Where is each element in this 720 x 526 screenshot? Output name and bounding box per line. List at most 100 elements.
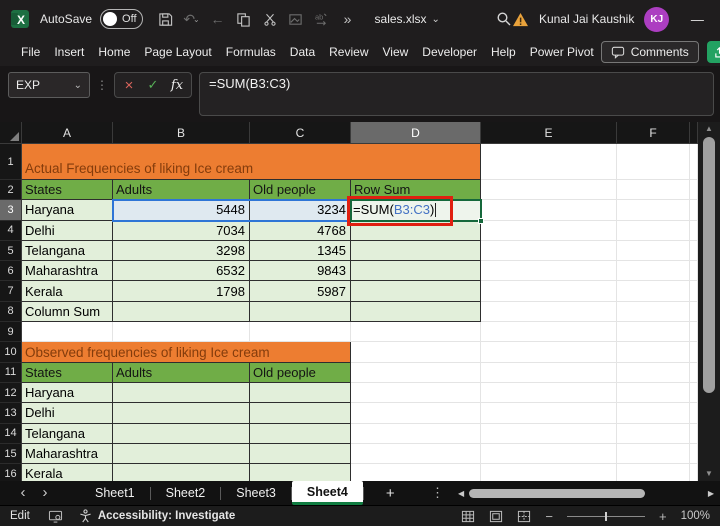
hscroll-left-button[interactable]: ◀ xyxy=(458,489,464,498)
cell-C15[interactable] xyxy=(250,443,351,465)
cell-C9[interactable] xyxy=(250,322,351,343)
page-break-view-button[interactable] xyxy=(517,510,531,523)
ribbon-tab-file[interactable]: File xyxy=(14,38,47,66)
cell-C11[interactable]: Old people xyxy=(250,362,351,383)
search-button[interactable] xyxy=(496,11,512,27)
cell-E16[interactable] xyxy=(481,464,617,481)
cell-A6[interactable]: Maharashtra xyxy=(22,261,113,282)
zoom-in-button[interactable]: + xyxy=(659,509,667,524)
cell-B6[interactable]: 6532 xyxy=(113,261,250,282)
cell-A2[interactable]: States xyxy=(22,180,113,201)
save-button[interactable] xyxy=(155,7,177,31)
insert-function-button[interactable]: fx xyxy=(168,78,186,93)
cell-A3[interactable]: Haryana xyxy=(22,200,113,221)
ribbon-tab-view[interactable]: View xyxy=(376,38,416,66)
cell-B14[interactable] xyxy=(113,423,250,444)
cell-D9[interactable] xyxy=(351,322,481,343)
cell-C4[interactable]: 4768 xyxy=(250,220,351,241)
cell-D5[interactable] xyxy=(351,240,481,262)
avatar[interactable]: KJ xyxy=(644,6,670,32)
hscroll-right-button[interactable]: ▶ xyxy=(708,489,714,498)
zoom-slider[interactable] xyxy=(566,511,645,521)
cell-D11[interactable] xyxy=(351,362,481,383)
hscroll-track[interactable] xyxy=(469,488,703,498)
add-sheet-button[interactable]: + xyxy=(386,485,395,502)
cell-D7[interactable] xyxy=(351,281,481,302)
cell-D4[interactable] xyxy=(351,220,481,241)
row-header-1[interactable]: 1 xyxy=(0,144,22,180)
cell-F1[interactable] xyxy=(617,144,690,180)
cell-B9[interactable] xyxy=(113,322,250,343)
cell-D12[interactable] xyxy=(351,382,481,404)
tab-sheet4[interactable]: Sheet4 xyxy=(291,481,363,505)
cell-C5[interactable]: 1345 xyxy=(250,240,351,262)
cell-F11[interactable] xyxy=(617,362,690,383)
comments-button[interactable]: Comments xyxy=(600,41,699,63)
cell-F8[interactable] xyxy=(617,301,690,323)
document-title[interactable]: sales.xlsx ⌄ xyxy=(375,12,440,26)
row-header-14[interactable]: 14 xyxy=(0,423,22,444)
ribbon-tab-home[interactable]: Home xyxy=(91,38,137,66)
cell-F5[interactable] xyxy=(617,240,690,262)
qat-overflow-button[interactable]: » xyxy=(337,7,359,31)
column-header-B[interactable]: B xyxy=(113,122,250,144)
cell-E10[interactable] xyxy=(481,342,617,363)
ribbon-tab-page-layout[interactable]: Page Layout xyxy=(137,38,218,66)
cell-C16[interactable] xyxy=(250,464,351,481)
name-box[interactable]: EXP ⌄ xyxy=(8,72,90,98)
cell-D6[interactable] xyxy=(351,261,481,282)
sheet-nav-left-button[interactable]: ‹ xyxy=(12,481,34,505)
cell-E5[interactable] xyxy=(481,240,617,262)
cell-F4[interactable] xyxy=(617,220,690,241)
enter-button[interactable]: ✓ xyxy=(144,77,162,93)
ribbon-tab-data[interactable]: Data xyxy=(283,38,322,66)
alert-icon[interactable] xyxy=(512,12,529,27)
cell-E9[interactable] xyxy=(481,322,617,343)
page-layout-view-button[interactable] xyxy=(489,510,503,523)
zoom-level[interactable]: 100% xyxy=(681,510,710,522)
row-header-15[interactable]: 15 xyxy=(0,443,22,465)
cell-F15[interactable] xyxy=(617,443,690,465)
cell-F9[interactable] xyxy=(617,322,690,343)
sheet-nav-right-button[interactable]: › xyxy=(34,481,56,505)
translate-button[interactable]: ab xyxy=(311,7,333,31)
paste-picture-button[interactable] xyxy=(285,7,307,31)
ribbon-tab-power-pivot[interactable]: Power Pivot xyxy=(523,38,601,66)
column-header-F[interactable]: F xyxy=(617,122,690,144)
select-all-button[interactable] xyxy=(0,122,22,144)
cell-D15[interactable] xyxy=(351,443,481,465)
cell-C7[interactable]: 5987 xyxy=(250,281,351,302)
hscroll-thumb[interactable] xyxy=(469,488,646,498)
fill-handle[interactable] xyxy=(478,218,484,224)
row-header-7[interactable]: 7 xyxy=(0,281,22,302)
row-header-16[interactable]: 16 xyxy=(0,464,22,481)
cell-B5[interactable]: 3298 xyxy=(113,240,250,262)
scroll-up-button[interactable]: ▲ xyxy=(705,124,713,134)
cell-E6[interactable] xyxy=(481,261,617,282)
copy-button[interactable] xyxy=(233,7,255,31)
formula-input[interactable]: =SUM(B3:C3) xyxy=(199,72,714,116)
cell-E8[interactable] xyxy=(481,301,617,323)
cell-A8[interactable]: Column Sum xyxy=(22,301,113,323)
cell-A7[interactable]: Kerala xyxy=(22,281,113,302)
ribbon-tab-developer[interactable]: Developer xyxy=(415,38,484,66)
cell-B2[interactable]: Adults xyxy=(113,180,250,201)
cell-D2[interactable]: Row Sum xyxy=(351,180,481,201)
row-header-8[interactable]: 8 xyxy=(0,301,22,323)
cell-F6[interactable] xyxy=(617,261,690,282)
sheet-options-button[interactable]: ⋮ xyxy=(425,485,450,501)
row-header-3[interactable]: 3 xyxy=(0,200,22,221)
cell-A13[interactable]: Delhi xyxy=(22,403,113,424)
cell-E3[interactable] xyxy=(481,200,617,221)
normal-view-button[interactable] xyxy=(461,510,475,523)
cell-F13[interactable] xyxy=(617,403,690,424)
column-header-A[interactable]: A xyxy=(22,122,113,144)
cell-B8[interactable] xyxy=(113,301,250,323)
cell-A10[interactable]: Observed frequencies of liking Ice cream xyxy=(22,342,351,363)
cell-A15[interactable]: Maharashtra xyxy=(22,443,113,465)
cell-D13[interactable] xyxy=(351,403,481,424)
tab-sheet3[interactable]: Sheet3 xyxy=(221,481,291,505)
zoom-out-button[interactable]: − xyxy=(545,509,553,524)
cell-D8[interactable] xyxy=(351,301,481,323)
row-header-12[interactable]: 12 xyxy=(0,382,22,404)
